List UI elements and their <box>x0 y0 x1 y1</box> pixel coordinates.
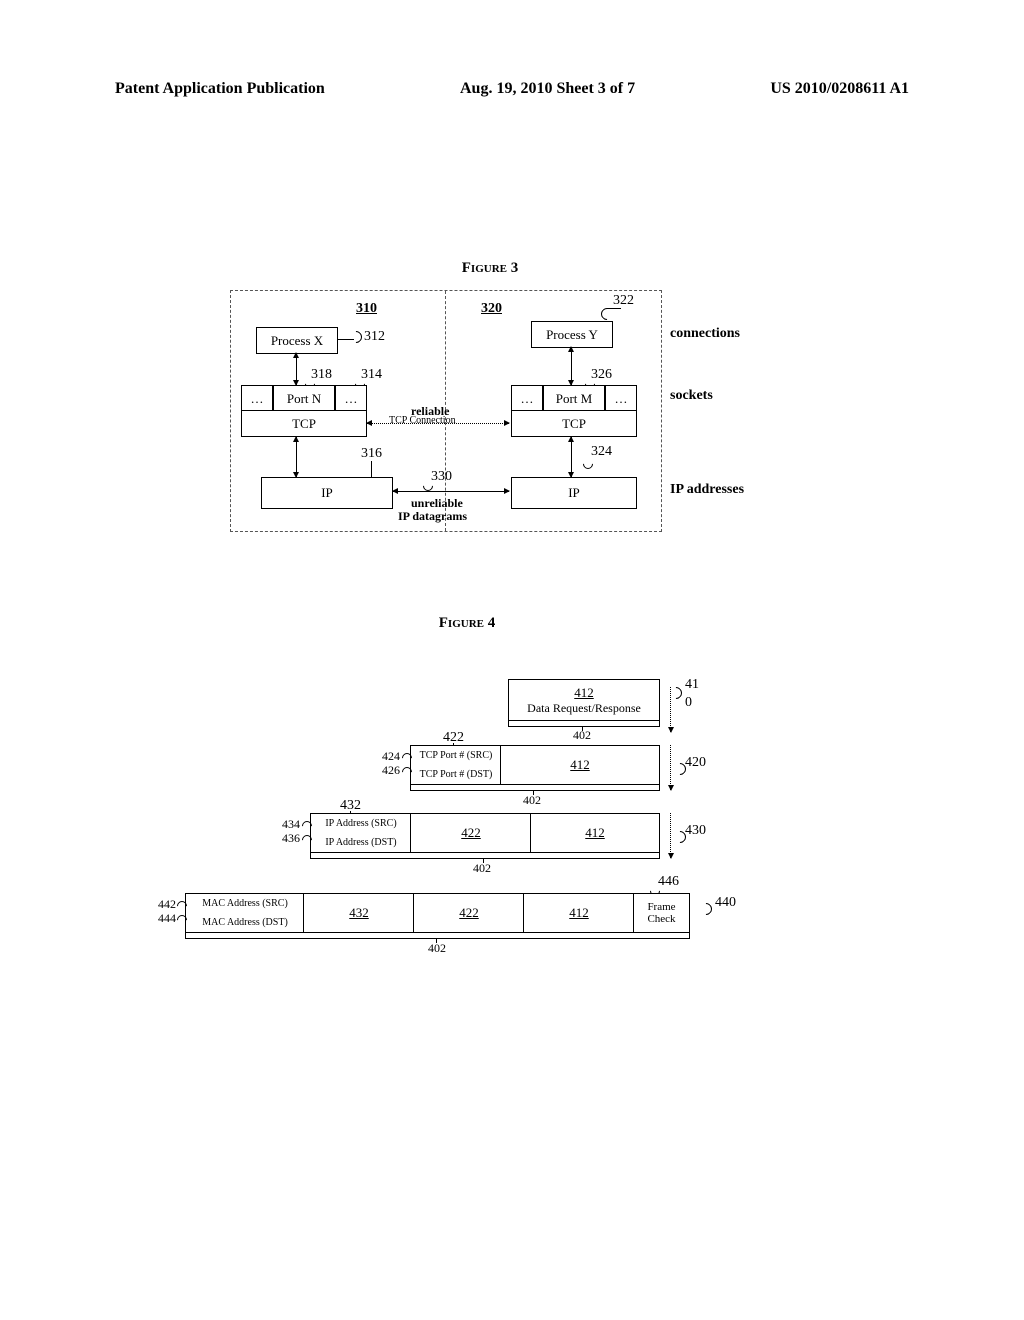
ref-444: 444 <box>158 911 176 926</box>
ref-422-r4: 422 <box>459 905 479 921</box>
port-a-dots-right: … <box>335 385 367 412</box>
port-b-dots-right: … <box>605 385 637 412</box>
header-center: Aug. 19, 2010 Sheet 3 of 7 <box>460 80 635 98</box>
leader-432-r3 <box>350 811 351 814</box>
payload-432-r4: 432 <box>303 893 415 933</box>
payload-412-r2: 412 <box>500 745 660 785</box>
tcp-b-box: TCP <box>511 410 637 437</box>
ipdg-label: IP datagrams <box>398 509 467 524</box>
ref-420: 420 <box>685 755 706 771</box>
tcp-dst-label: TCP Port # (DST) <box>420 769 493 780</box>
ref-322: 322 <box>613 293 634 309</box>
ref-402-r3: 402 <box>473 861 491 876</box>
frame-check-box: Frame Check <box>633 893 690 933</box>
payload-422-r3: 422 <box>410 813 532 853</box>
bracket-402-r1 <box>508 721 660 727</box>
arrow-processy-port <box>571 347 572 385</box>
ref-402-r4: 402 <box>428 941 446 956</box>
arrow-processx-port <box>296 353 297 385</box>
side-connections: connections <box>670 326 740 342</box>
figure-4-title: Figure 4 <box>407 615 527 632</box>
ref-312: 312 <box>364 329 385 345</box>
process-x-box: Process X <box>256 327 338 354</box>
ip-src-label: IP Address (SRC) <box>325 818 396 829</box>
ref-316: 316 <box>361 446 382 462</box>
ref-440: 440 <box>715 895 736 911</box>
payload-422-r4: 422 <box>413 893 525 933</box>
port-m-box: Port M <box>543 385 605 412</box>
ip-dst-label: IP Address (DST) <box>325 837 396 848</box>
leader-316 <box>371 461 372 477</box>
arrow-tcpb-ip <box>571 437 572 477</box>
mac-src-label: MAC Address (SRC) <box>202 898 288 909</box>
payload-412-r3: 412 <box>530 813 660 853</box>
port-n-box: Port N <box>273 385 335 412</box>
process-y-label: Process Y <box>546 327 598 343</box>
page-header: Patent Application Publication Aug. 19, … <box>115 80 909 98</box>
ref-412-top: 412 <box>574 685 594 701</box>
ref-422-r3: 422 <box>461 825 481 841</box>
tcp-conn-label: TCP Connection <box>389 415 456 426</box>
payload-412-r4: 412 <box>523 893 635 933</box>
ref-430: 430 <box>685 823 706 839</box>
ip-dg-arrow <box>393 491 509 492</box>
port-b-dots-left: … <box>511 385 543 412</box>
bracket-402-r2 <box>410 785 660 791</box>
ref-320: 320 <box>481 301 502 317</box>
header-right: US 2010/0208611 A1 <box>770 80 909 98</box>
curve-312 <box>348 329 365 346</box>
mac-addr-box: MAC Address (SRC) MAC Address (DST) <box>185 893 305 933</box>
frame-check-label: Frame Check <box>647 901 675 925</box>
arrow-430 <box>670 813 672 858</box>
ref-402-r2: 402 <box>523 793 541 808</box>
ref-310: 310 <box>356 301 377 317</box>
ref-432-r4: 432 <box>349 905 369 921</box>
ref-442: 442 <box>158 897 176 912</box>
ref-412-r4: 412 <box>569 905 589 921</box>
side-sockets: sockets <box>670 388 713 404</box>
ip-b-box: IP <box>511 477 637 509</box>
ip-a-box: IP <box>261 477 393 509</box>
mac-dst-label: MAC Address (DST) <box>202 917 288 928</box>
curve-440 <box>698 901 715 918</box>
page: Patent Application Publication Aug. 19, … <box>0 0 1024 1320</box>
data-req-label: Data Request/Response <box>527 701 641 716</box>
ref-410b: 0 <box>685 695 692 711</box>
process-y-box: Process Y <box>531 321 613 348</box>
arrow-420 <box>670 745 672 790</box>
port-a-dots-left: … <box>241 385 273 412</box>
ref-424: 424 <box>382 749 400 764</box>
ref-410a: 41 <box>685 677 699 693</box>
ref-324: 324 <box>591 444 612 460</box>
arrow-410 <box>670 687 672 732</box>
ref-412-r2: 412 <box>570 757 590 773</box>
ref-434: 434 <box>282 817 300 832</box>
bracket-402-r3 <box>310 853 660 859</box>
arrow-tcpa-ip <box>296 437 297 477</box>
ref-412-r3: 412 <box>585 825 605 841</box>
figure-3-body: 310 320 Process X 312 Process Y 322 318 <box>230 290 662 532</box>
figure-3-title: Figure 3 <box>430 260 550 277</box>
tcp-a-box: TCP <box>241 410 367 437</box>
tcp-ports-box: TCP Port # (SRC) TCP Port # (DST) <box>410 745 502 785</box>
ip-addr-box: IP Address (SRC) IP Address (DST) <box>310 813 412 853</box>
header-left: Patent Application Publication <box>115 80 325 98</box>
process-x-label: Process X <box>271 333 323 349</box>
tcp-src-label: TCP Port # (SRC) <box>420 750 493 761</box>
ref-446: 446 <box>658 874 679 890</box>
side-ip: IP addresses <box>670 482 744 498</box>
data-req-box: 412 Data Request/Response <box>508 679 660 721</box>
ref-436: 436 <box>282 831 300 846</box>
bracket-402-r4 <box>185 933 690 939</box>
leader-422-r2 <box>453 743 454 746</box>
ref-426: 426 <box>382 763 400 778</box>
ref-330: 330 <box>431 469 452 485</box>
